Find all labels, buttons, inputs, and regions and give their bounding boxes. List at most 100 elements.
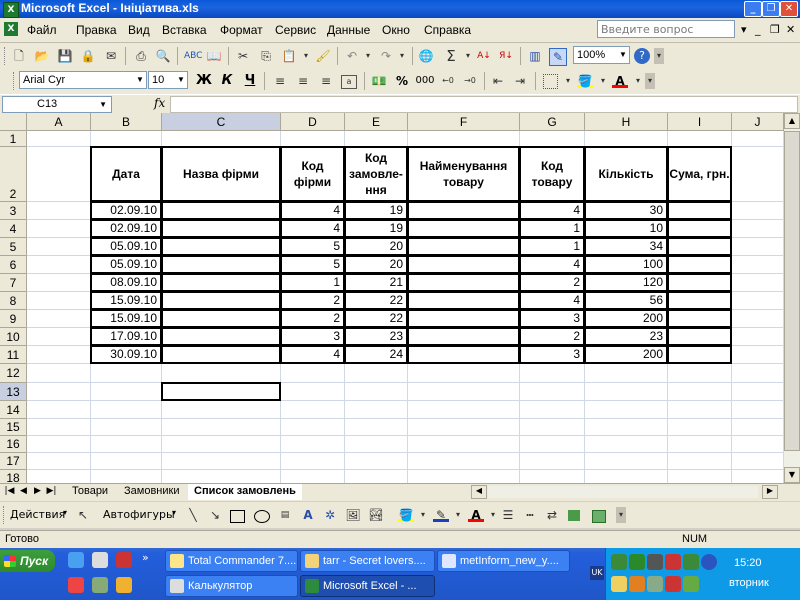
sort-ascending-icon[interactable]: A↓ <box>476 48 492 64</box>
draw-actions-menu[interactable]: Действия <box>10 508 65 521</box>
table-cell[interactable]: 22 <box>344 309 408 328</box>
table-cell[interactable]: 2 <box>280 309 345 328</box>
table-cell[interactable]: 02.09.10 <box>90 201 162 220</box>
table-cell[interactable]: 1 <box>519 237 585 256</box>
table-cell[interactable] <box>407 219 520 238</box>
header-product-name[interactable]: Найменування товару <box>407 146 520 202</box>
column-header-h[interactable]: H <box>585 113 668 131</box>
table-cell[interactable] <box>407 327 520 346</box>
volume-icon[interactable] <box>665 554 681 570</box>
table-cell[interactable]: 23 <box>344 327 408 346</box>
table-cell[interactable]: 4 <box>280 201 345 220</box>
decrease-indent-icon[interactable]: ⇤ <box>490 73 506 89</box>
decrease-decimal-icon[interactable]: →0 <box>462 73 478 89</box>
column-header-g[interactable]: G <box>520 113 585 131</box>
increase-indent-icon[interactable]: ⇥ <box>512 73 528 89</box>
table-cell[interactable]: 1 <box>280 273 345 292</box>
align-left-icon[interactable]: ≡ <box>272 73 288 89</box>
spelling-icon[interactable]: ABC <box>184 48 202 64</box>
table-cell[interactable] <box>161 219 281 238</box>
clipart-icon[interactable]: 🖼 <box>345 507 361 523</box>
active-cell-c13[interactable] <box>161 382 281 401</box>
chevron-down-icon[interactable]: ▼ <box>175 72 187 88</box>
format-painter-icon[interactable]: 🖌 <box>315 48 331 64</box>
header-product-code[interactable]: Код товару <box>519 146 585 202</box>
percent-style-button[interactable]: % <box>394 73 410 89</box>
row-header-13[interactable]: 13 <box>0 383 27 401</box>
select-objects-icon[interactable]: ↖ <box>75 507 91 523</box>
table-cell[interactable] <box>407 201 520 220</box>
table-cell[interactable]: 15.09.10 <box>90 291 162 310</box>
chevron-down-icon[interactable]: ▾ <box>63 508 67 517</box>
table-cell[interactable] <box>161 345 281 364</box>
increase-decimal-icon[interactable]: ←0 <box>440 73 456 89</box>
merge-center-icon[interactable]: a <box>341 75 357 89</box>
row-header-7[interactable]: 7 <box>0 274 27 292</box>
task-word-document[interactable]: metInform_new_y.... <box>437 550 570 572</box>
table-cell[interactable]: 20 <box>344 237 408 256</box>
table-cell[interactable] <box>407 237 520 256</box>
line-icon[interactable]: ╲ <box>185 507 201 523</box>
tray-app8-icon[interactable] <box>665 576 681 592</box>
align-right-icon[interactable]: ≡ <box>318 73 334 89</box>
undo-dropdown-icon[interactable]: ▾ <box>360 48 376 64</box>
row-header-3[interactable]: 3 <box>0 202 27 220</box>
table-cell[interactable]: 24 <box>344 345 408 364</box>
excel-doc-icon[interactable]: X <box>4 22 18 36</box>
comma-style-button[interactable]: 000 <box>414 73 436 89</box>
table-cell[interactable] <box>667 219 732 238</box>
font-color-icon[interactable]: A <box>612 73 628 88</box>
line-color-dropdown-icon[interactable]: ▾ <box>450 507 466 523</box>
column-header-b[interactable]: B <box>91 113 162 131</box>
font-size-select[interactable]: 10 ▼ <box>148 71 188 89</box>
print-preview-icon[interactable]: 🔍 <box>155 48 171 64</box>
row-header-15[interactable]: 15 <box>0 419 27 436</box>
select-all-corner[interactable] <box>0 113 27 131</box>
zoom-select[interactable]: 100% ▼ <box>573 46 630 64</box>
chevron-down-icon[interactable]: ▾ <box>172 508 176 517</box>
language-indicator[interactable]: UK <box>590 566 604 580</box>
name-box[interactable]: C13 ▼ <box>2 96 112 113</box>
table-cell[interactable]: 4 <box>519 291 585 310</box>
column-header-a[interactable]: A <box>27 113 91 131</box>
arrow-style-icon[interactable]: ⇄ <box>544 507 560 523</box>
task-media-player[interactable]: tarr - Secret lovers.... <box>300 550 435 572</box>
table-cell[interactable] <box>667 309 732 328</box>
maximize-button[interactable]: ❐ <box>762 1 780 17</box>
column-header-i[interactable]: I <box>668 113 732 131</box>
wordart-icon[interactable]: A <box>300 507 316 523</box>
table-cell[interactable] <box>667 273 732 292</box>
clock-time[interactable]: 15:20 <box>734 557 762 569</box>
row-header-12[interactable]: 12 <box>0 364 27 383</box>
table-cell[interactable]: 22 <box>344 291 408 310</box>
row-header-2[interactable]: 2 <box>0 147 27 202</box>
3d-style-icon[interactable] <box>592 510 606 523</box>
font-name-select[interactable]: Arial Cyr ▼ <box>19 71 147 89</box>
table-cell[interactable] <box>667 345 732 364</box>
quick-launch-app3-icon[interactable] <box>116 577 132 593</box>
open-icon[interactable]: 📂 <box>34 48 50 64</box>
table-cell[interactable]: 30.09.10 <box>90 345 162 364</box>
table-cell[interactable]: 4 <box>519 255 585 274</box>
table-cell[interactable]: 200 <box>584 309 668 328</box>
paste-icon[interactable]: 📋 <box>281 48 297 64</box>
table-cell[interactable]: 120 <box>584 273 668 292</box>
table-cell[interactable]: 4 <box>280 219 345 238</box>
table-cell[interactable]: 17.09.10 <box>90 327 162 346</box>
doc-restore-button[interactable]: ❐ <box>770 23 780 36</box>
last-sheet-icon[interactable]: ▶| <box>46 486 57 496</box>
table-cell[interactable]: 2 <box>519 327 585 346</box>
header-date[interactable]: Дата <box>90 146 162 202</box>
header-firm-code[interactable]: Код фірми <box>280 146 345 202</box>
table-cell[interactable] <box>667 201 732 220</box>
task-total-commander[interactable]: Total Commander 7.... <box>165 550 298 572</box>
prev-sheet-icon[interactable]: ◀ <box>18 486 29 496</box>
arrow-icon[interactable]: ↘ <box>207 507 223 523</box>
help-dropdown-icon[interactable]: ▾ <box>741 23 747 36</box>
chevron-down-icon[interactable]: ▼ <box>99 97 107 112</box>
cut-icon[interactable]: ✂ <box>235 48 251 64</box>
menu-insert[interactable]: Вставка <box>162 23 207 37</box>
table-cell[interactable]: 30 <box>584 201 668 220</box>
redo-icon[interactable]: ↷ <box>378 48 394 64</box>
toolbar-options-icon[interactable]: ▾ <box>654 48 664 64</box>
